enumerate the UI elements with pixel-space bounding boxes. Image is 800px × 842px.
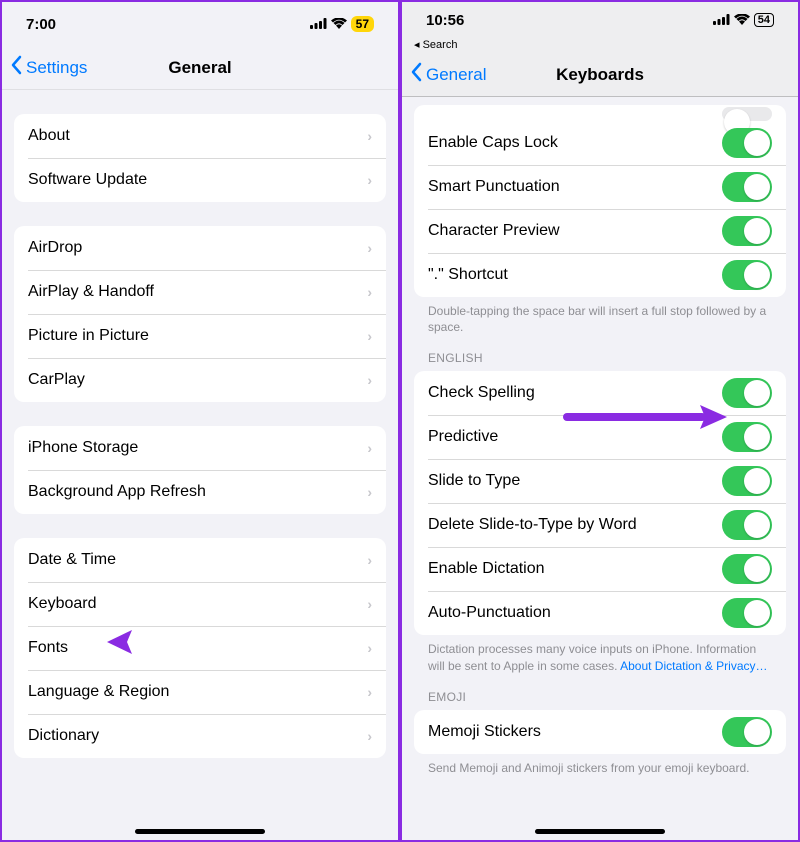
chevron-right-icon: › <box>367 440 372 456</box>
chevron-left-icon <box>10 55 22 80</box>
toggle[interactable] <box>722 128 772 158</box>
row-fonts[interactable]: Fonts› <box>14 626 386 670</box>
chevron-right-icon: › <box>367 728 372 744</box>
group-header-emoji: EMOJI <box>414 690 786 710</box>
row-check-spelling[interactable]: Check Spelling <box>414 371 786 415</box>
chevron-right-icon: › <box>367 596 372 612</box>
screenshot-keyboards-settings: 10:56 54 ◂ Search General Keyboards Enab… <box>400 0 800 842</box>
row-iphone-storage[interactable]: iPhone Storage› <box>14 426 386 470</box>
group-header-english: ENGLISH <box>414 351 786 371</box>
signal-icon <box>310 16 327 33</box>
row-airdrop[interactable]: AirDrop› <box>14 226 386 270</box>
chevron-right-icon: › <box>367 172 372 188</box>
row-predictive[interactable]: Predictive <box>414 415 786 459</box>
row-character-preview[interactable]: Character Preview <box>414 209 786 253</box>
content-scroll[interactable]: Enable Caps Lock Smart Punctuation Chara… <box>402 97 798 840</box>
nav-bar: General Keyboards <box>402 53 798 97</box>
chevron-right-icon: › <box>367 328 372 344</box>
toggle[interactable] <box>722 260 772 290</box>
row-slide-to-type[interactable]: Slide to Type <box>414 459 786 503</box>
row-smart-punctuation[interactable]: Smart Punctuation <box>414 165 786 209</box>
toggle[interactable] <box>722 107 772 121</box>
home-indicator[interactable] <box>135 829 265 834</box>
toggle[interactable] <box>722 598 772 628</box>
page-title: General <box>168 58 231 78</box>
battery-badge: 57 <box>351 16 374 32</box>
chevron-right-icon: › <box>367 372 372 388</box>
row-date-time[interactable]: Date & Time› <box>14 538 386 582</box>
toggle[interactable] <box>722 510 772 540</box>
chevron-right-icon: › <box>367 552 372 568</box>
row-airplay-handoff[interactable]: AirPlay & Handoff› <box>14 270 386 314</box>
signal-icon <box>713 12 730 29</box>
group-footer: Send Memoji and Animoji stickers from yo… <box>414 754 786 776</box>
toggle[interactable] <box>722 422 772 452</box>
breadcrumb-back[interactable]: ◂ Search <box>402 38 798 53</box>
toggle[interactable] <box>722 717 772 747</box>
status-time: 7:00 <box>26 16 56 33</box>
row-dictionary[interactable]: Dictionary› <box>14 714 386 758</box>
row-about[interactable]: About› <box>14 114 386 158</box>
toggle[interactable] <box>722 378 772 408</box>
back-label: Settings <box>26 58 87 78</box>
back-button[interactable]: General <box>402 62 486 87</box>
row-partial-top[interactable] <box>414 105 786 121</box>
screenshot-general-settings: 7:00 57 Settings General About› Software… <box>0 0 400 842</box>
nav-bar: Settings General <box>2 46 398 90</box>
row-picture-in-picture[interactable]: Picture in Picture› <box>14 314 386 358</box>
chevron-right-icon: › <box>367 684 372 700</box>
chevron-right-icon: › <box>367 128 372 144</box>
chevron-right-icon: › <box>367 484 372 500</box>
row-auto-punctuation[interactable]: Auto-Punctuation <box>414 591 786 635</box>
row-period-shortcut[interactable]: "." Shortcut <box>414 253 786 297</box>
chevron-right-icon: › <box>367 240 372 256</box>
status-bar: 7:00 57 <box>2 2 398 46</box>
row-carplay[interactable]: CarPlay› <box>14 358 386 402</box>
row-software-update[interactable]: Software Update› <box>14 158 386 202</box>
page-title: Keyboards <box>556 65 644 85</box>
dictation-privacy-link[interactable]: About Dictation & Privacy… <box>620 659 767 673</box>
content-scroll[interactable]: About› Software Update› AirDrop› AirPlay… <box>2 90 398 840</box>
group-footer: Dictation processes many voice inputs on… <box>414 635 786 673</box>
row-background-app-refresh[interactable]: Background App Refresh› <box>14 470 386 514</box>
home-indicator[interactable] <box>535 829 665 834</box>
chevron-right-icon: › <box>367 640 372 656</box>
toggle[interactable] <box>722 216 772 246</box>
battery-badge: 54 <box>754 13 774 27</box>
group-footer: Double-tapping the space bar will insert… <box>414 297 786 335</box>
row-keyboard[interactable]: Keyboard› <box>14 582 386 626</box>
wifi-icon <box>331 16 347 33</box>
row-enable-caps-lock[interactable]: Enable Caps Lock <box>414 121 786 165</box>
back-label: General <box>426 65 486 85</box>
row-memoji-stickers[interactable]: Memoji Stickers <box>414 710 786 754</box>
status-bar: 10:56 54 <box>402 2 798 38</box>
toggle[interactable] <box>722 466 772 496</box>
back-button[interactable]: Settings <box>2 55 87 80</box>
row-enable-dictation[interactable]: Enable Dictation <box>414 547 786 591</box>
status-time: 10:56 <box>426 12 464 29</box>
chevron-right-icon: › <box>367 284 372 300</box>
toggle[interactable] <box>722 172 772 202</box>
wifi-icon <box>734 12 750 29</box>
toggle[interactable] <box>722 554 772 584</box>
row-language-region[interactable]: Language & Region› <box>14 670 386 714</box>
row-delete-slide-word[interactable]: Delete Slide-to-Type by Word <box>414 503 786 547</box>
chevron-left-icon <box>410 62 422 87</box>
